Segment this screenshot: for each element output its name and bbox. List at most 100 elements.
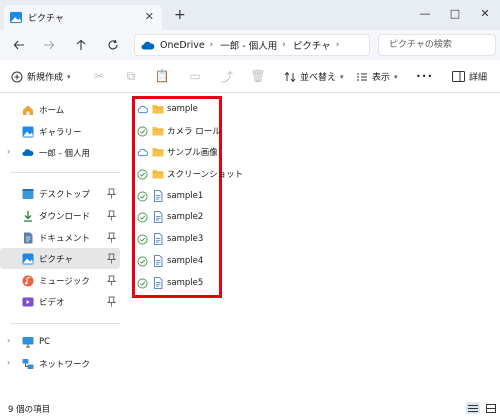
- breadcrumb-personal[interactable]: 一郎 - 個人用: [220, 38, 277, 52]
- pin-icon[interactable]: [107, 188, 116, 199]
- delete-button[interactable]: 🗑: [250, 69, 265, 83]
- folder-icon: [152, 127, 164, 136]
- breadcrumb-separator[interactable]: ›: [336, 40, 340, 50]
- sidebar-item-network[interactable]: › ネットワーク: [0, 353, 120, 374]
- address-bar: OneDrive › 一郎 - 個人用 › ピクチャ ›: [0, 30, 500, 60]
- synced-check-icon: [137, 169, 148, 179]
- list-item[interactable]: sample: [137, 99, 198, 119]
- pin-icon[interactable]: [107, 253, 116, 264]
- chevron-down-icon: ▾: [394, 72, 398, 81]
- breadcrumb-pictures[interactable]: ピクチャ: [293, 38, 331, 52]
- sidebar-item-documents[interactable]: ドキュメント: [0, 227, 120, 248]
- document-icon: [154, 255, 163, 267]
- pictures-icon: [10, 12, 22, 23]
- paste-button[interactable]: 📋: [154, 69, 170, 83]
- more-icon: •••: [416, 72, 434, 81]
- chevron-right-icon[interactable]: ›: [7, 147, 10, 156]
- cut-icon: ✂: [93, 69, 105, 83]
- rename-button[interactable]: ▭: [188, 69, 202, 83]
- list-view-icon: [357, 73, 367, 80]
- pin-icon[interactable]: [107, 210, 116, 221]
- synced-check-icon: [137, 212, 148, 222]
- breadcrumb-separator[interactable]: ›: [282, 40, 286, 50]
- more-options-button[interactable]: •••: [416, 68, 433, 85]
- details-button[interactable]: 詳細: [452, 68, 487, 85]
- cut-button[interactable]: ✂: [92, 69, 106, 83]
- item-count: 9 個の項目: [8, 405, 51, 415]
- tiles-view-button[interactable]: [484, 402, 498, 414]
- pin-icon[interactable]: [107, 275, 116, 286]
- rename-icon: ▭: [189, 69, 201, 83]
- sidebar-item-gallery[interactable]: ギャラリー: [0, 121, 120, 142]
- minimize-button[interactable]: —: [410, 2, 440, 24]
- sidebar-item-pc[interactable]: › PC: [0, 331, 120, 352]
- breadcrumb-onedrive[interactable]: OneDrive: [160, 40, 205, 51]
- synced-check-icon: [137, 126, 148, 136]
- desktop-icon: [22, 188, 34, 200]
- details-view-button[interactable]: [466, 402, 480, 414]
- back-button[interactable]: [10, 36, 28, 54]
- navigation-pane: ホーム ギャラリー › 一郎 - 個人用 デスクトップ ダウンロード ドキュメン…: [0, 93, 127, 398]
- details-view-icon: [468, 404, 478, 412]
- refresh-button[interactable]: [104, 36, 122, 54]
- sidebar-item-desktop[interactable]: デスクトップ: [0, 183, 120, 204]
- view-button[interactable]: 表示 ▾: [356, 68, 398, 85]
- list-item[interactable]: sample5: [137, 273, 203, 293]
- close-window-button[interactable]: ✕: [470, 2, 500, 24]
- paste-icon: 📋: [154, 69, 170, 83]
- onedrive-cloud-icon: [141, 41, 155, 49]
- chevron-right-icon[interactable]: ›: [7, 336, 10, 345]
- sidebar-item-label: PC: [39, 336, 51, 347]
- tab-pictures[interactable]: ピクチャ ✕: [4, 5, 162, 30]
- file-name: sample: [167, 104, 198, 114]
- sidebar-item-music[interactable]: ミュージック: [0, 270, 120, 291]
- list-item[interactable]: sample2: [137, 207, 203, 227]
- up-button[interactable]: [72, 36, 90, 54]
- close-tab-button[interactable]: ✕: [145, 10, 154, 23]
- sidebar-item-pictures[interactable]: ピクチャ: [0, 248, 120, 269]
- pin-icon[interactable]: [107, 232, 116, 243]
- document-icon: [154, 211, 163, 223]
- video-icon: [22, 296, 34, 308]
- sort-button[interactable]: 並べ替え ▾: [284, 68, 344, 85]
- tiles-view-icon: [486, 403, 496, 413]
- cloud-status-icon: [137, 105, 148, 113]
- sidebar-item-home[interactable]: ホーム: [0, 99, 120, 120]
- list-item[interactable]: sample4: [137, 251, 203, 271]
- share-button[interactable]: ⤴: [220, 69, 234, 84]
- new-tab-button[interactable]: +: [174, 7, 186, 23]
- breadcrumb[interactable]: OneDrive › 一郎 - 個人用 › ピクチャ ›: [134, 34, 370, 56]
- forward-button[interactable]: [40, 36, 58, 54]
- new-button[interactable]: 新規作成 ▾: [11, 68, 71, 85]
- status-bar: 9 個の項目: [0, 398, 500, 418]
- cloud-icon: [22, 147, 34, 159]
- sidebar-item-videos[interactable]: ビデオ: [0, 291, 120, 312]
- search-input[interactable]: [378, 34, 496, 56]
- chevron-right-icon[interactable]: ›: [7, 358, 10, 367]
- download-icon: [22, 210, 34, 222]
- sidebar-divider: [10, 172, 120, 173]
- list-item[interactable]: カメラ ロール: [137, 121, 221, 141]
- sidebar-item-onedrive-personal[interactable]: › 一郎 - 個人用: [0, 142, 120, 163]
- tab-title: ピクチャ: [28, 14, 64, 24]
- list-item[interactable]: スクリーンショット: [137, 164, 243, 184]
- file-name: sample4: [167, 256, 204, 266]
- gallery-icon: [22, 126, 34, 138]
- breadcrumb-separator[interactable]: ›: [210, 40, 214, 50]
- pictures-icon: [22, 253, 34, 265]
- list-item[interactable]: sample1: [137, 186, 203, 206]
- music-icon: [22, 275, 34, 287]
- details-pane-icon: [452, 71, 465, 82]
- documents-icon: [22, 232, 34, 244]
- arrow-up-icon: [76, 39, 86, 50]
- file-name: スクリーンショット: [167, 170, 244, 180]
- list-item[interactable]: サンプル画像: [137, 142, 218, 162]
- sidebar-item-label: ミュージック: [39, 276, 90, 287]
- maximize-button[interactable]: □: [440, 2, 470, 24]
- pin-icon[interactable]: [107, 296, 116, 307]
- list-item[interactable]: sample3: [137, 229, 203, 249]
- file-name: カメラ ロール: [167, 127, 221, 137]
- copy-button[interactable]: ⧉: [124, 69, 138, 83]
- sidebar-item-downloads[interactable]: ダウンロード: [0, 205, 120, 226]
- refresh-icon: [108, 39, 118, 50]
